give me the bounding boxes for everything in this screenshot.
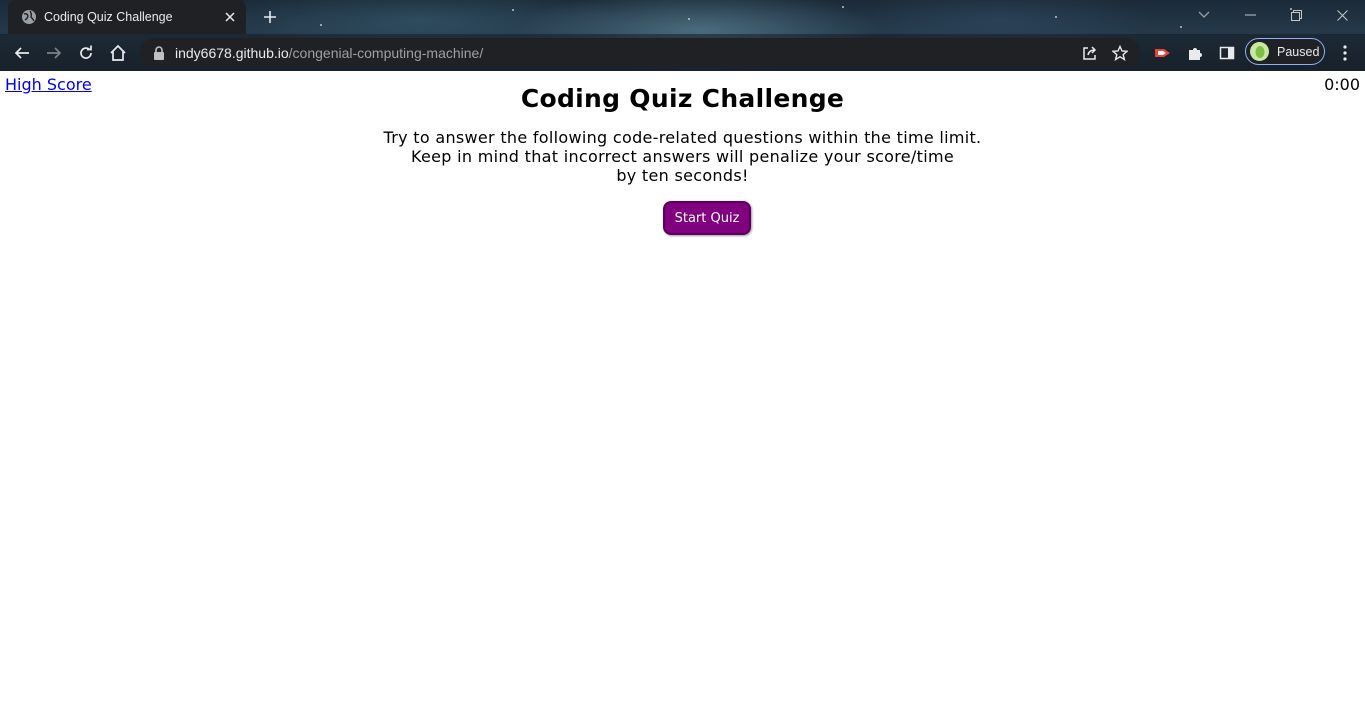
reload-icon[interactable] [74,41,98,65]
browser-chrome: Coding Quiz Challenge indy6678.github.io… [0,0,1365,71]
page-title: Coding Quiz Challenge [520,84,845,113]
minimize-button[interactable] [1227,0,1273,30]
back-arrow-icon[interactable] [10,41,34,65]
browser-tab[interactable]: Coding Quiz Challenge [8,0,246,34]
tab-title: Coding Quiz Challenge [44,10,173,24]
profile-status-label: Paused [1277,44,1320,59]
close-window-button[interactable] [1319,0,1365,30]
page-content: High Score 0:00 Coding Quiz Challenge Tr… [0,71,1365,727]
url-text[interactable]: indy6678.github.io/congenial-computing-m… [175,45,1080,61]
intro-text: Try to answer the following code-related… [0,128,1365,185]
browser-toolbar: indy6678.github.io/congenial-computing-m… [0,34,1365,71]
puzzle-piece-icon[interactable] [1184,42,1206,64]
restore-button[interactable] [1273,0,1319,30]
avatar [1250,42,1269,61]
close-tab-icon[interactable] [222,9,238,25]
tab-strip: Coding Quiz Challenge [0,0,1365,34]
extension-icon[interactable] [1152,42,1174,64]
globe-icon [21,9,37,25]
start-quiz-button[interactable]: Start Quiz [663,201,751,235]
lock-icon[interactable] [153,45,165,60]
intro-line: by ten seconds! [616,166,749,185]
url-path: /congenial-computing-machine/ [288,44,484,61]
profile-button[interactable]: Paused [1245,38,1325,65]
more-menu-icon[interactable] [1335,42,1355,64]
intro-line: Keep in mind that incorrect answers will… [411,147,954,166]
tab-search-icon[interactable] [1181,0,1227,30]
side-panel-icon[interactable] [1216,42,1238,64]
url-host: indy6678.github.io [175,44,289,61]
bookmark-star-icon[interactable] [1110,43,1130,63]
forward-arrow-icon[interactable] [42,41,66,65]
window-controls [1181,0,1365,30]
address-bar[interactable]: indy6678.github.io/congenial-computing-m… [140,38,1140,67]
new-tab-button[interactable] [259,6,281,28]
home-icon[interactable] [106,41,130,65]
intro-line: Try to answer the following code-related… [383,128,982,147]
share-icon[interactable] [1080,43,1100,63]
